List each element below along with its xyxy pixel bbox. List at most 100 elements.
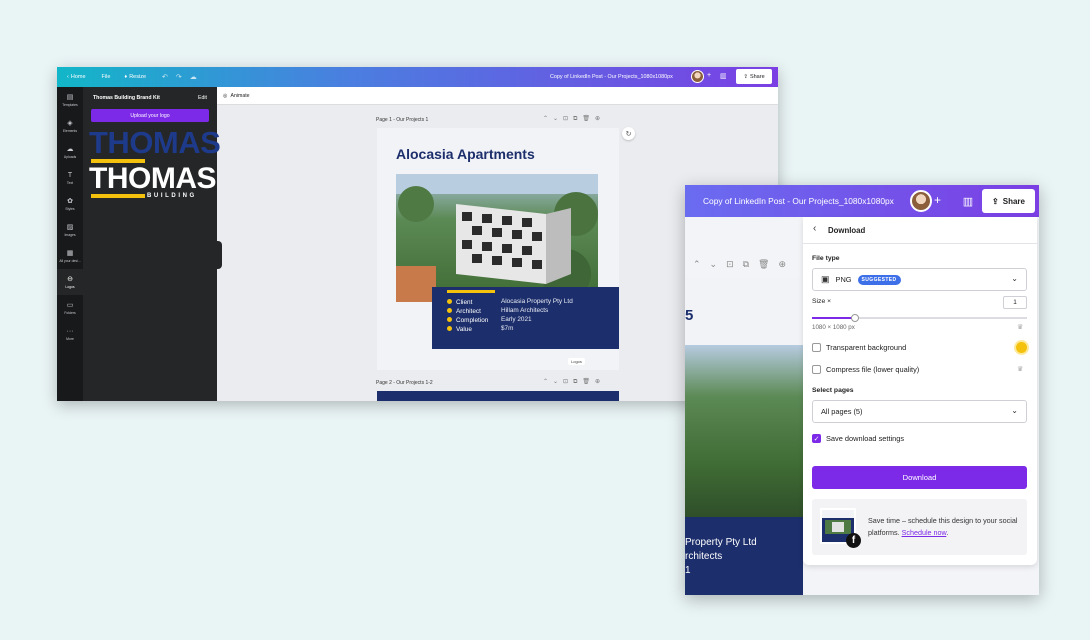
- file-type-select[interactable]: ▣ PNG SUGGESTED ⌄: [812, 268, 1027, 291]
- chevron-down-icon: ⌄: [1011, 274, 1018, 283]
- file-type-value: PNG: [835, 275, 852, 284]
- select-pages-dropdown[interactable]: All pages (5) ⌄: [812, 400, 1027, 423]
- page-tools[interactable]: ⌃⌄⊡⧉🗑⊕: [693, 259, 795, 270]
- rail-item-folders[interactable]: ▭ Folders: [57, 295, 83, 321]
- home-button[interactable]: ‹ Home: [67, 74, 86, 80]
- suggested-badge: SUGGESTED: [857, 274, 901, 285]
- share-button[interactable]: ⇪ Share: [736, 69, 772, 84]
- avatar[interactable]: [691, 70, 704, 83]
- document-title[interactable]: Copy of LinkedIn Post - Our Projects_108…: [550, 74, 673, 80]
- rail-item-uploads[interactable]: ☁ Uploads: [57, 139, 83, 165]
- rail-item-label: Templates: [62, 102, 78, 107]
- share-button[interactable]: ⇪ Share: [982, 189, 1035, 213]
- select-pages-value: All pages (5): [821, 407, 863, 416]
- project-details-card[interactable]: Client Alocasia Property Pty Ltd Architec…: [432, 287, 619, 349]
- chevron-down-icon: ⌄: [1011, 406, 1018, 415]
- size-slider-fill: [812, 317, 855, 319]
- rail-item-label: Logos: [65, 284, 75, 289]
- panel-collapse-handle[interactable]: [217, 241, 222, 269]
- save-settings-checkbox[interactable]: ✓: [812, 434, 821, 443]
- compress-file-checkbox[interactable]: [812, 365, 821, 374]
- resize-button[interactable]: ♦ Resize: [124, 74, 146, 80]
- rail-item-text[interactable]: T Text: [57, 165, 83, 191]
- more-icon: ···: [66, 327, 74, 335]
- undo-icon[interactable]: ↶: [162, 73, 168, 81]
- building-photo[interactable]: [396, 174, 598, 302]
- rail-item-templates[interactable]: ▤ Templates: [57, 87, 83, 113]
- back-chevron-icon[interactable]: ‹: [813, 223, 816, 234]
- images-icon: ▨: [66, 223, 74, 231]
- chevron-left-icon: ‹: [67, 74, 69, 80]
- crown-icon: ♛: [1017, 366, 1024, 373]
- background-row: 1: [685, 565, 691, 576]
- cloud-save-icon[interactable]: ☁: [190, 73, 197, 81]
- rail-item-elements[interactable]: ◈ Elements: [57, 113, 83, 139]
- uploads-icon: ☁: [66, 145, 74, 153]
- editor-subbar: ◎ Animate: [217, 87, 778, 105]
- redo-icon[interactable]: ↷: [176, 73, 182, 81]
- size-input[interactable]: 1: [1003, 296, 1027, 309]
- editor-window: ‹ Home File ♦ Resize ↶ ↷ ☁ Copy of LinkedI…: [57, 67, 778, 401]
- rail-item-label: Styles: [65, 206, 75, 211]
- page1-label: Page 1 - Our Projects 1: [376, 117, 429, 123]
- brand-logo-blue[interactable]: THOMAS: [89, 127, 221, 159]
- all-your-designs-icon: ▦: [66, 249, 74, 257]
- image-icon: ▣: [821, 274, 830, 284]
- crown-icon: ♦: [124, 74, 128, 80]
- analytics-icon[interactable]: ▥: [957, 190, 979, 212]
- refresh-icon[interactable]: ↻: [622, 127, 635, 140]
- pencil-icon: [447, 308, 452, 313]
- upload-logo-button[interactable]: Upload your logo: [91, 109, 209, 122]
- animate-icon: ◎: [223, 93, 228, 99]
- file-menu[interactable]: File: [102, 74, 111, 80]
- text-icon: T: [67, 171, 73, 179]
- rail-item-label: All your desi...: [59, 258, 81, 263]
- page-tools[interactable]: ⌃⌄⊡⧉🗑⊕: [543, 115, 605, 123]
- schedule-promo: f Save time – schedule this design to yo…: [812, 499, 1027, 555]
- page-tools[interactable]: ⌃⌄⊡⧉🗑⊕: [543, 378, 605, 386]
- promo-text: Save time – schedule this design to your…: [868, 516, 1018, 537]
- add-collaborator-icon[interactable]: +: [707, 72, 711, 79]
- brand-logo-white[interactable]: THOMAS: [89, 164, 217, 194]
- transparent-background-checkbox[interactable]: [812, 343, 821, 352]
- rail-item-label: More: [66, 336, 74, 341]
- rail-item-more[interactable]: ··· More: [57, 321, 83, 347]
- rail-item-label: Uploads: [63, 154, 77, 159]
- logo-accent-bar: [91, 194, 145, 198]
- rail-item-images[interactable]: ▨ Images: [57, 217, 83, 243]
- transparent-background-option[interactable]: Transparent background: [812, 343, 906, 352]
- schedule-now-link[interactable]: Schedule now: [902, 528, 947, 537]
- styles-icon: ✿: [67, 197, 73, 205]
- rail-item-styles[interactable]: ✿ Styles: [57, 191, 83, 217]
- elements-icon: ◈: [67, 119, 73, 127]
- rail-item-logos[interactable]: ⊖ Logos: [57, 269, 83, 295]
- rail-item-label: Elements: [62, 128, 78, 133]
- brand-kit-panel: Thomas Building Brand Kit Edit Upload yo…: [83, 87, 221, 401]
- detail-row-completion: Completion Early 2021: [447, 316, 532, 324]
- design-page-2[interactable]: [377, 391, 619, 401]
- animate-button[interactable]: ◎ Animate: [223, 93, 250, 99]
- download-panel: ‹ Download File type ▣ PNG SUGGESTED ⌄ S…: [803, 217, 1037, 565]
- page1-title[interactable]: Alocasia Apartments: [396, 146, 535, 162]
- download-window-topbar: Copy of LinkedIn Post - Our Projects_108…: [685, 185, 1039, 217]
- design-page-1[interactable]: Alocasia Apartments Client Alocasia Prop…: [377, 128, 619, 370]
- logos-chip[interactable]: Logos: [568, 358, 585, 365]
- avatar[interactable]: [910, 190, 932, 212]
- compress-file-option[interactable]: Compress file (lower quality): [812, 365, 919, 374]
- rail-item-all-your-desi[interactable]: ▦ All your desi...: [57, 243, 83, 269]
- background-building-photo: [685, 345, 803, 517]
- size-label: Size ×: [812, 298, 832, 305]
- brand-kit-edit-link[interactable]: Edit: [198, 95, 207, 101]
- background-heading-fragment: 5: [685, 307, 694, 324]
- detail-row-value: Value $7m: [447, 325, 513, 333]
- size-slider[interactable]: [812, 314, 1027, 322]
- file-type-label: File type: [812, 255, 840, 262]
- side-rail: ▤ Templates ◈ Elements ☁ Uploads T Text ✿ Styles ▨…: [57, 87, 83, 401]
- document-title[interactable]: Copy of LinkedIn Post - Our Projects_108…: [703, 196, 894, 206]
- analytics-icon[interactable]: ▥: [720, 72, 727, 80]
- add-collaborator-icon[interactable]: +: [934, 193, 941, 207]
- save-settings-option[interactable]: ✓ Save download settings: [812, 434, 904, 443]
- detail-row-client: Client Alocasia Property Pty Ltd: [447, 298, 573, 306]
- size-slider-knob[interactable]: [851, 314, 859, 322]
- download-button[interactable]: Download: [812, 466, 1027, 489]
